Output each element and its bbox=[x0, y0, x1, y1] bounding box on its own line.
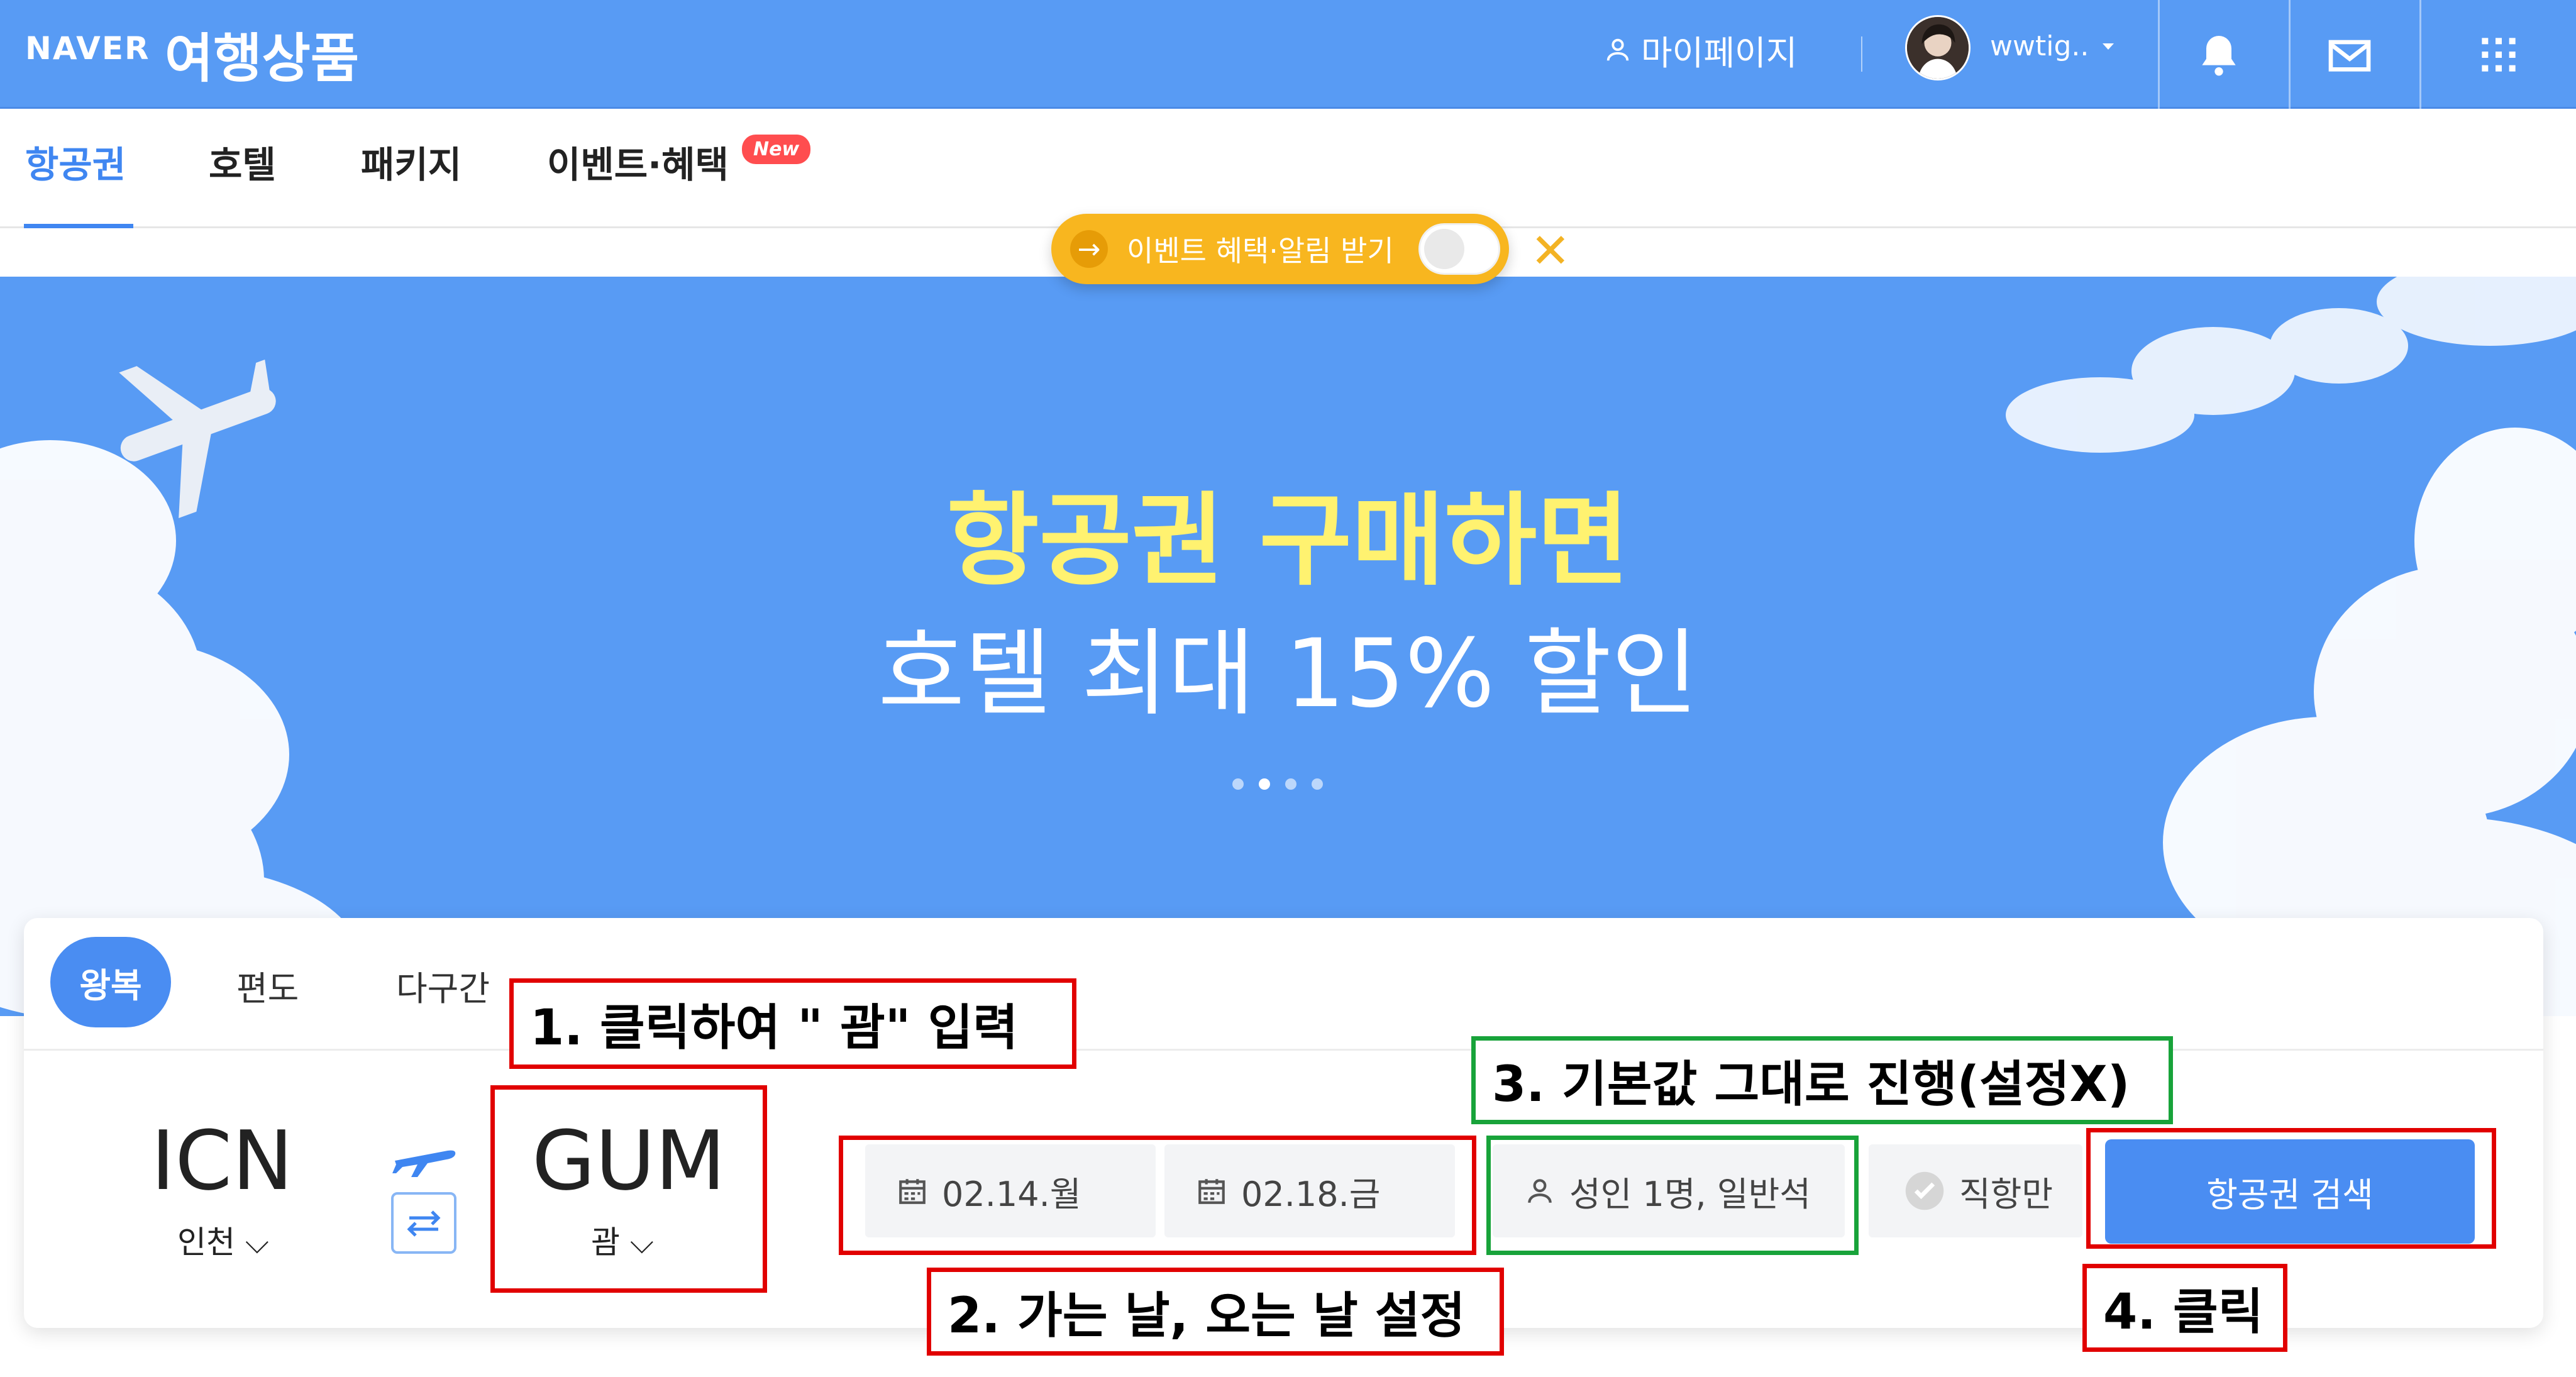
banner-subheadline: 호텔 최대 15% 할인 bbox=[878, 619, 1698, 729]
annotation-step2: 2. 가는 날, 오는 날 설정 bbox=[927, 1268, 1504, 1356]
annotation-step1: 1. 클릭하여 " 괌" 입력 bbox=[509, 978, 1076, 1069]
event-label: 이벤트 혜택·알림 받기 bbox=[1127, 234, 1394, 268]
banner-dot[interactable] bbox=[1232, 778, 1244, 790]
trip-type-oneway[interactable]: 편도 bbox=[236, 961, 299, 1010]
header-divider bbox=[1861, 36, 1862, 72]
annotation-box-destination bbox=[490, 1085, 767, 1293]
username-dropdown[interactable]: wwtig.. bbox=[1990, 30, 2115, 62]
active-tab-indicator bbox=[24, 224, 133, 228]
trip-type-roundtrip[interactable]: 왕복 bbox=[50, 937, 171, 1027]
direct-only-label: 직항만 bbox=[1959, 1174, 2054, 1214]
annotation-box-search bbox=[2086, 1128, 2496, 1249]
apps-grid-button[interactable] bbox=[2419, 0, 2576, 109]
mypage-label: 마이페이지 bbox=[1641, 33, 1798, 73]
origin-airport-code[interactable]: ICN bbox=[151, 1113, 293, 1208]
annotation-box-passengers bbox=[1486, 1136, 1859, 1255]
avatar[interactable] bbox=[1905, 15, 1971, 80]
mail-button[interactable] bbox=[2289, 0, 2408, 109]
grid-icon bbox=[2482, 37, 2516, 72]
banner-headline: 항공권 구매하면 bbox=[946, 482, 1630, 599]
new-badge: New bbox=[742, 135, 811, 164]
annotation-step3: 3. 기본값 그대로 진행(설정X) bbox=[1471, 1036, 2173, 1124]
tab-hotel[interactable]: 호텔 bbox=[209, 135, 276, 188]
caret-down-icon bbox=[2103, 43, 2114, 50]
swap-icon bbox=[407, 1210, 441, 1237]
airplane-icon bbox=[392, 1150, 456, 1177]
direct-only-checkbox[interactable]: 직항만 bbox=[1869, 1144, 2082, 1237]
tab-events[interactable]: 이벤트·혜택 bbox=[547, 135, 729, 188]
notification-button[interactable] bbox=[2158, 0, 2277, 109]
naver-logo[interactable]: NAVER bbox=[25, 30, 150, 67]
annotation-step4: 4. 클릭 bbox=[2082, 1264, 2287, 1352]
check-circle-icon bbox=[1905, 1171, 1944, 1210]
mypage-link[interactable]: 마이페이지 bbox=[1603, 28, 1798, 73]
event-toggle-switch[interactable] bbox=[1418, 223, 1500, 275]
user-icon bbox=[1606, 38, 1629, 61]
banner-pagination bbox=[1232, 778, 1323, 790]
bell-icon bbox=[2201, 35, 2236, 75]
username-label: wwtig.. bbox=[1990, 30, 2089, 62]
tab-package[interactable]: 패키지 bbox=[361, 135, 462, 188]
origin-city-dropdown[interactable]: 인천 ⌵ bbox=[177, 1217, 269, 1263]
mail-icon bbox=[2328, 40, 2370, 72]
tab-flights[interactable]: 항공권 bbox=[25, 135, 126, 188]
banner-dot-active[interactable] bbox=[1259, 778, 1270, 790]
trip-type-multicity[interactable]: 다구간 bbox=[396, 961, 490, 1010]
avatar-photo-icon bbox=[1907, 17, 1969, 79]
annotation-box-dates bbox=[839, 1136, 1476, 1255]
swap-airports-button[interactable] bbox=[391, 1192, 456, 1254]
banner-dot[interactable] bbox=[1312, 778, 1323, 790]
service-title[interactable]: 여행상품 bbox=[165, 16, 359, 92]
arrow-right-icon: → bbox=[1070, 230, 1108, 268]
close-icon[interactable]: ✕ bbox=[1530, 227, 1571, 275]
banner-dot[interactable] bbox=[1285, 778, 1296, 790]
event-notification-pill[interactable]: → 이벤트 혜택·알림 받기 bbox=[1051, 214, 1509, 284]
